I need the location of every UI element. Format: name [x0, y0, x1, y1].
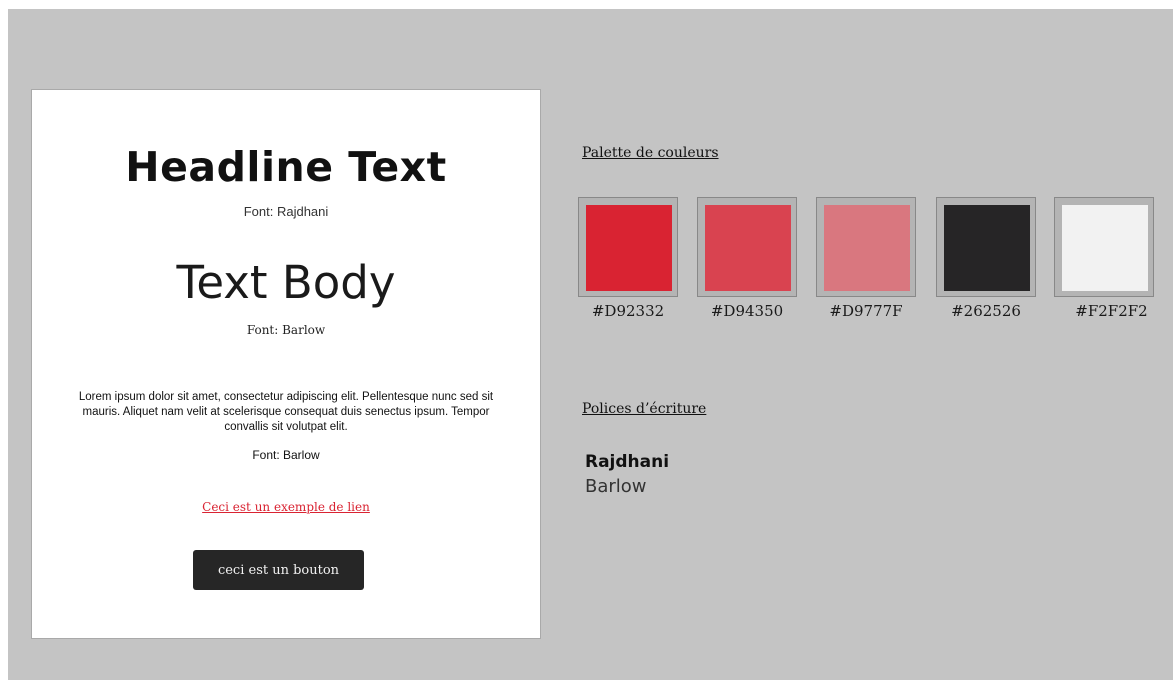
swatch-3-fill	[824, 205, 910, 291]
swatch-1-label: #D92332	[591, 302, 665, 320]
body-title: Text Body	[176, 256, 396, 309]
body-font-note: Font: Barlow	[246, 323, 326, 337]
lorem-font-note: Font: Barlow	[252, 448, 320, 462]
style-preview-card: Headline Text Font: Rajdhani Text Body F…	[31, 89, 541, 639]
palette-heading: Palette de couleurs	[582, 145, 719, 161]
headline-text: Headline Text	[125, 143, 447, 191]
swatch-2	[697, 197, 797, 297]
swatch-2-label: #D94350	[710, 302, 784, 320]
example-link[interactable]: Ceci est un exemple de lien	[32, 500, 540, 514]
swatch-1-fill	[586, 205, 672, 291]
swatch-4-label: #262526	[951, 302, 1021, 320]
font-name-barlow: Barlow	[585, 476, 647, 497]
swatch-3-label: #D9777F	[829, 302, 903, 320]
swatch-5-label: #F2F2F2	[1075, 302, 1148, 320]
swatch-5	[1054, 197, 1154, 297]
swatch-5-fill	[1062, 205, 1148, 291]
fonts-heading: Polices d’écriture	[582, 401, 707, 417]
font-name-rajdhani: Rajdhani	[585, 452, 670, 472]
swatch-1	[578, 197, 678, 297]
headline-font-note: Font: Rajdhani	[243, 204, 329, 219]
example-button[interactable]: ceci est un bouton	[193, 550, 364, 590]
swatch-3	[816, 197, 916, 297]
swatch-2-fill	[705, 205, 791, 291]
swatch-4-fill	[944, 205, 1030, 291]
lorem-paragraph: Lorem ipsum dolor sit amet, consectetur …	[78, 391, 494, 433]
swatch-4	[936, 197, 1036, 297]
